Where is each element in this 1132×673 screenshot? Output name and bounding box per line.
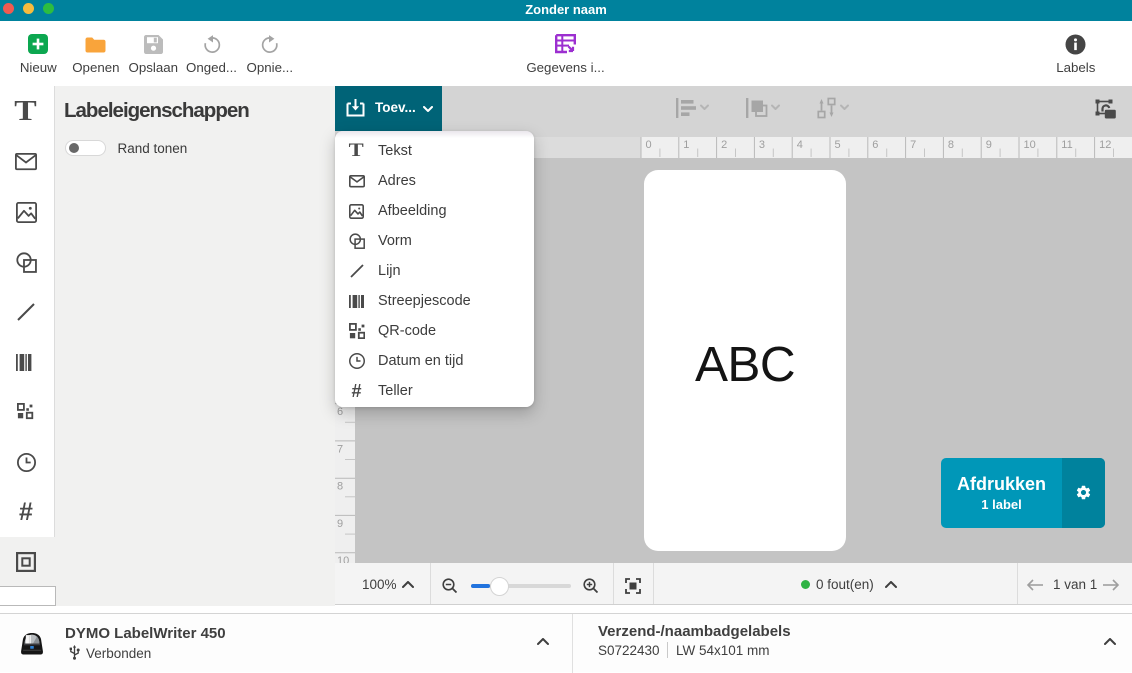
svg-text:6: 6 bbox=[872, 139, 878, 151]
svg-text:5: 5 bbox=[835, 139, 841, 151]
svg-text:6: 6 bbox=[337, 406, 343, 418]
svg-text:9: 9 bbox=[986, 139, 992, 151]
svg-text:4: 4 bbox=[797, 139, 803, 151]
svg-text:3: 3 bbox=[759, 139, 765, 151]
svg-text:7: 7 bbox=[337, 443, 343, 455]
svg-text:8: 8 bbox=[337, 481, 343, 493]
svg-text:2: 2 bbox=[721, 139, 727, 151]
svg-text:12: 12 bbox=[1099, 139, 1111, 151]
svg-text:1: 1 bbox=[683, 139, 689, 151]
svg-text:0: 0 bbox=[646, 139, 652, 151]
svg-text:7: 7 bbox=[910, 139, 916, 151]
svg-text:9: 9 bbox=[337, 518, 343, 530]
svg-text:11: 11 bbox=[1061, 139, 1072, 151]
svg-text:10: 10 bbox=[1024, 139, 1036, 151]
svg-text:8: 8 bbox=[948, 139, 954, 151]
